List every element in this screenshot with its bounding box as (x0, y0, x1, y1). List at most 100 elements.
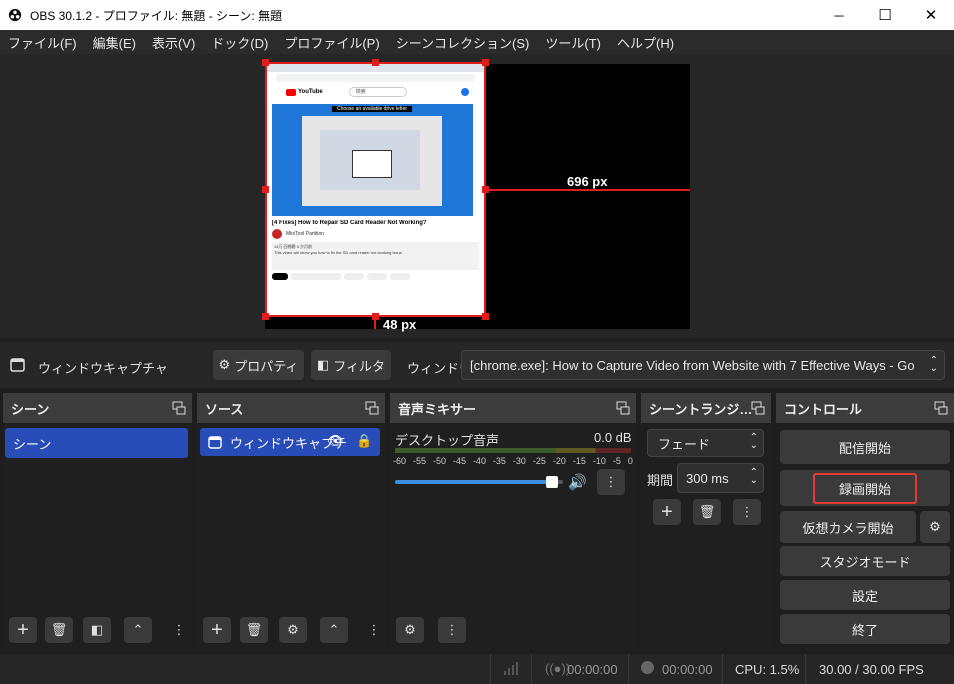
resize-handle-bottom-left[interactable] (262, 313, 269, 320)
window-title: OBS 30.1.2 - プロファイル: 無題 - シーン: 無題 (30, 8, 283, 23)
plus-icon: + (17, 618, 29, 641)
undock-icon[interactable] (751, 401, 765, 415)
filters-label: フィルタ (333, 358, 386, 374)
scenes-more-button[interactable]: ⋮ (173, 617, 186, 643)
resize-handle-top-left[interactable] (262, 59, 269, 66)
add-transition-button[interactable]: + (653, 499, 681, 525)
menu-profile[interactable]: プロファイル(P) (276, 33, 387, 52)
trash-icon: 🗑 (50, 622, 68, 637)
undock-icon[interactable] (172, 401, 186, 415)
source-properties-button[interactable]: ⚙ (279, 617, 307, 643)
menu-tools[interactable]: ツール(T) (537, 33, 609, 52)
maximize-button[interactable]: ☐ (862, 0, 908, 30)
volume-slider-knob[interactable] (545, 476, 558, 488)
virtual-camera-settings-button[interactable]: ⚙ (920, 511, 950, 543)
exit-label: 終了 (851, 622, 878, 638)
resize-handle-top-right[interactable] (482, 59, 489, 66)
distance-label-right: 696 px (567, 174, 608, 189)
scene-transitions-dock: シーントランジ… フェード ⌃ ⌄ 期間 300 ms ⌃ ⌄ + 🗑 ⋮ (641, 393, 771, 650)
scale-tick: -25 (532, 456, 546, 466)
window-capture-icon (208, 435, 222, 449)
studio-mode-button[interactable]: スタジオモード (780, 546, 950, 576)
scale-tick: -45 (452, 456, 466, 466)
updown-icon: ⌃ ⌄ (929, 355, 938, 374)
scale-tick: -30 (512, 456, 526, 466)
remove-scene-button[interactable]: 🗑 (45, 617, 73, 643)
network-bars-icon (504, 662, 518, 675)
menu-view[interactable]: 表示(V) (144, 33, 203, 52)
menu-edit[interactable]: 編集(E) (85, 33, 144, 52)
minimize-button[interactable]: ─ (816, 0, 862, 30)
more-vertical-icon: ⋮ (604, 474, 618, 489)
scale-tick: -15 (572, 456, 586, 466)
source-item[interactable]: ウィンドウキャプチ 👁 🔒 (200, 428, 380, 456)
menu-file[interactable]: ファイル(F) (0, 33, 85, 52)
advanced-audio-button[interactable]: ⚙ (396, 617, 424, 643)
undock-icon[interactable] (616, 401, 630, 415)
transition-properties-button[interactable]: ⋮ (733, 499, 761, 525)
add-scene-button[interactable]: + (9, 617, 37, 643)
scale-tick: -10 (592, 456, 606, 466)
remove-source-button[interactable]: 🗑 (240, 617, 268, 643)
transition-type-value: フェード (658, 436, 711, 452)
undock-icon[interactable] (934, 401, 948, 415)
source-selection-box[interactable] (265, 62, 486, 317)
chevron-up-icon: ⌃ (328, 622, 340, 637)
window-select[interactable]: [chrome.exe]: How to Capture Video from … (461, 350, 945, 380)
transitions-dock-header: シーントランジ… (641, 393, 771, 423)
spin-arrows-icon[interactable]: ⌃ ⌄ (750, 468, 758, 486)
sources-dock: ソース ウィンドウキャプチ 👁 🔒 + 🗑 ⚙ ⌃ ⋮ (197, 393, 385, 650)
resize-handle-top[interactable] (372, 59, 379, 66)
minimize-icon: ─ (834, 7, 844, 23)
transition-type-select[interactable]: フェード ⌃ ⌄ (647, 429, 764, 457)
scene-item[interactable]: シーン (5, 428, 188, 458)
scene-item-label: シーン (13, 436, 52, 452)
menu-dock[interactable]: ドック(D) (203, 33, 276, 52)
start-virtual-camera-button[interactable]: 仮想カメラ開始 (780, 511, 916, 543)
mixer-menu-button[interactable]: ⋮ (438, 617, 466, 643)
filters-button[interactable]: ◧ フィルタ (311, 350, 391, 380)
lock-icon[interactable]: 🔒 (356, 433, 372, 449)
scenes-dock-title: シーン (11, 401, 50, 417)
distance-guide-right (486, 189, 690, 191)
settings-button[interactable]: 設定 (780, 580, 950, 610)
close-button[interactable]: ✕ (908, 0, 954, 30)
resize-handle-bottom-right[interactable] (482, 313, 489, 320)
menu-help[interactable]: ヘルプ(H) (609, 33, 682, 52)
cpu-usage: CPU: 1.5% (735, 662, 800, 677)
move-source-up-button[interactable]: ⌃ (320, 617, 348, 643)
volume-slider[interactable] (395, 476, 563, 488)
scale-tick: -20 (552, 456, 566, 466)
updown-icon: ⌃ ⌄ (749, 432, 758, 451)
sources-dock-title: ソース (205, 401, 244, 417)
resize-handle-left[interactable] (262, 186, 269, 193)
scene-filters-button[interactable]: ◧ (83, 617, 111, 643)
menu-scene-collection[interactable]: シーンコレクション(S) (388, 33, 538, 52)
distance-guide-bottom (374, 317, 376, 329)
properties-button[interactable]: ⚙ プロパティ (213, 350, 304, 380)
duration-spinbox[interactable]: 300 ms ⌃ ⌄ (677, 463, 764, 493)
title-bar: OBS 30.1.2 - プロファイル: 無題 - シーン: 無題 ─ ☐ ✕ (0, 0, 954, 30)
duration-value: 300 ms (686, 470, 729, 486)
scale-tick: -40 (472, 456, 486, 466)
audio-channel-menu-button[interactable]: ⋮ (597, 469, 625, 495)
audio-level: 0.0 dB (594, 430, 632, 445)
sources-more-button[interactable]: ⋮ (367, 617, 381, 643)
mixer-dock-title: 音声ミキサー (398, 401, 477, 417)
more-vertical-icon: ⋮ (740, 504, 754, 519)
highlight-box (813, 473, 917, 504)
eye-icon[interactable]: 👁 (327, 433, 344, 449)
more-vertical-icon: ⋮ (367, 622, 381, 637)
add-source-button[interactable]: + (203, 617, 231, 643)
trash-icon: 🗑 (698, 504, 716, 519)
plus-icon: + (211, 618, 223, 641)
undock-icon[interactable] (365, 401, 379, 415)
audio-meter (395, 448, 631, 453)
speaker-icon[interactable]: 🔊 (568, 473, 587, 491)
move-scene-up-button[interactable]: ⌃ (124, 617, 152, 643)
start-streaming-button[interactable]: 配信開始 (780, 430, 950, 464)
exit-button[interactable]: 終了 (780, 614, 950, 644)
remove-transition-button[interactable]: 🗑 (693, 499, 721, 525)
gear-icon: ⚙ (404, 622, 416, 637)
obs-logo-icon (8, 8, 22, 22)
